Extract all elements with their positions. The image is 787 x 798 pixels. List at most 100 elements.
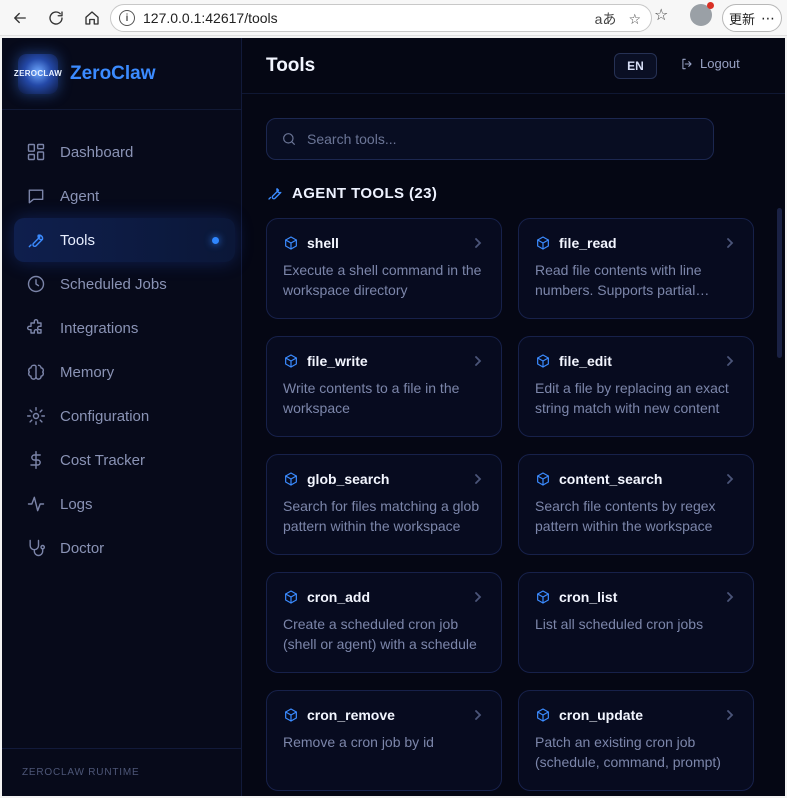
tools-content: AGENT TOOLS (23) shell Execute a shell c…: [242, 94, 785, 791]
logout-button[interactable]: Logout: [680, 56, 740, 71]
dashboard-icon: [27, 143, 45, 161]
site-info-icon[interactable]: i: [119, 10, 135, 26]
brand[interactable]: ZEROCLAW ZeroClaw: [2, 38, 241, 110]
chevron-right-icon[interactable]: [725, 589, 735, 602]
topbar: Tools EN Logout: [242, 38, 785, 94]
section-header: AGENT TOOLS (23): [266, 184, 785, 202]
sidebar-item-logs[interactable]: Logs: [2, 482, 241, 526]
sidebar-nav: Dashboard Agent Tools Scheduled Jobs Int…: [2, 110, 241, 570]
chevron-right-icon[interactable]: [725, 353, 735, 366]
chevron-right-icon[interactable]: [473, 235, 483, 248]
tool-name: file_read: [559, 235, 617, 251]
app-window: ZEROCLAW ZeroClaw Dashboard Agent Tools …: [2, 38, 785, 796]
tool-card-file-write[interactable]: file_write Write contents to a file in t…: [266, 336, 502, 437]
home-button[interactable]: [78, 4, 106, 32]
stethoscope-icon: [29, 539, 46, 557]
sidebar-item-doctor[interactable]: Doctor: [2, 526, 241, 570]
sidebar-item-label: Logs: [60, 495, 93, 513]
cube-icon: [537, 472, 549, 486]
wrench-icon: [268, 188, 282, 200]
zeroclaw-logo: ZEROCLAW: [14, 53, 62, 94]
tool-name: content_search: [559, 471, 663, 487]
chevron-right-icon[interactable]: [473, 707, 483, 720]
tool-description: Search for files matching a glob pattern…: [283, 498, 480, 534]
translate-icon[interactable]: aあ: [595, 9, 617, 29]
tool-card-file-edit[interactable]: file_edit Edit a file by replacing an ex…: [518, 336, 754, 437]
tool-card-cron-list[interactable]: cron_list List all scheduled cron jobs: [518, 572, 754, 673]
chevron-right-icon[interactable]: [725, 707, 735, 720]
sidebar-item-memory[interactable]: Memory: [2, 350, 241, 394]
address-bar[interactable]: i 127.0.0.1:42617/tools aあ ☆: [110, 4, 652, 32]
tool-card-cron-update[interactable]: cron_update Patch an existing cron job (…: [518, 690, 754, 791]
tool-card-content-search[interactable]: content_search Search file contents by r…: [518, 454, 754, 555]
wrench-icon: [28, 234, 44, 248]
sidebar-item-label: Memory: [60, 363, 115, 381]
cube-icon: [537, 708, 549, 722]
sidebar-item-label: Dashboard: [60, 143, 134, 161]
sidebar-item-scheduled-jobs[interactable]: Scheduled Jobs: [2, 262, 241, 306]
tools-grid: shell Execute a shell command in the wor…: [266, 218, 785, 791]
search-input[interactable]: [307, 131, 687, 147]
sidebar-item-label: Cost Tracker: [60, 451, 146, 469]
puzzle-icon: [27, 319, 42, 334]
sidebar: ZEROCLAW ZeroClaw Dashboard Agent Tools …: [2, 38, 242, 796]
chevron-right-icon[interactable]: [473, 471, 483, 484]
more-icon: ⋯: [761, 9, 775, 26]
activity-icon: [27, 496, 45, 512]
tool-description: Write contents to a file in the workspac…: [283, 380, 460, 416]
sidebar-item-configuration[interactable]: Configuration: [2, 394, 241, 438]
back-button[interactable]: [6, 4, 34, 32]
browser-toolbar: i 127.0.0.1:42617/tools aあ ☆ ☆ 更新 ⋯: [0, 0, 787, 36]
address-url[interactable]: 127.0.0.1:42617/tools: [143, 10, 278, 26]
cube-icon: [537, 590, 549, 604]
tool-card-shell[interactable]: shell Execute a shell command in the wor…: [266, 218, 502, 319]
cube-icon: [285, 236, 297, 250]
tool-name: file_edit: [559, 353, 612, 369]
tool-card-file-read[interactable]: file_read Read file contents with line n…: [518, 218, 754, 319]
tool-card-glob-search[interactable]: glob_search Search for files matching a …: [266, 454, 502, 555]
cube-icon: [537, 354, 549, 368]
tool-card-cron-remove[interactable]: cron_remove Remove a cron job by id: [266, 690, 502, 791]
sidebar-item-tools[interactable]: Tools: [14, 218, 235, 262]
section-title: AGENT TOOLS (23): [292, 184, 438, 202]
reload-button[interactable]: [42, 4, 70, 32]
chat-icon: [28, 189, 44, 204]
gear-icon: [26, 406, 46, 426]
star-icon[interactable]: ☆: [628, 11, 641, 28]
clock-icon: [27, 275, 45, 293]
cube-icon: [285, 708, 297, 722]
runtime-label: ZEROCLAW RUNTIME: [2, 748, 241, 796]
cube-icon: [285, 590, 297, 604]
tool-name: glob_search: [307, 471, 390, 487]
tool-name: cron_update: [559, 707, 644, 723]
tool-card-cron-add[interactable]: cron_add Create a scheduled cron job (sh…: [266, 572, 502, 673]
language-button[interactable]: EN: [614, 53, 657, 79]
profile-avatar[interactable]: [690, 2, 715, 26]
sidebar-item-cost-tracker[interactable]: Cost Tracker: [2, 438, 241, 482]
sidebar-item-dashboard[interactable]: Dashboard: [2, 130, 241, 174]
tool-name: cron_add: [307, 589, 371, 605]
cube-icon: [285, 472, 297, 486]
chevron-right-icon[interactable]: [725, 235, 735, 248]
sidebar-item-label: Tools: [60, 231, 96, 249]
chevron-right-icon[interactable]: [725, 471, 735, 484]
sidebar-item-agent[interactable]: Agent: [2, 174, 241, 218]
tool-description: Create a scheduled cron job (shell or ag…: [283, 616, 477, 652]
sidebar-item-label: Integrations: [60, 319, 139, 337]
logout-icon: [682, 58, 692, 69]
tool-name: cron_list: [559, 589, 618, 605]
active-indicator: [212, 236, 219, 244]
chevron-right-icon[interactable]: [473, 353, 483, 366]
brand-name: ZeroClaw: [70, 62, 156, 84]
scrollbar[interactable]: [777, 208, 782, 358]
dollar-icon: [30, 450, 41, 470]
update-button[interactable]: 更新 ⋯: [722, 4, 782, 32]
tool-description: Execute a shell command in the workspace…: [283, 262, 482, 298]
favorites-icon[interactable]: ☆: [654, 5, 668, 25]
chevron-right-icon[interactable]: [473, 589, 483, 602]
brain-icon: [28, 364, 44, 380]
search-box[interactable]: [266, 118, 714, 160]
page-title: Tools: [266, 54, 316, 76]
tool-description: List all scheduled cron jobs: [535, 616, 704, 632]
sidebar-item-integrations[interactable]: Integrations: [2, 306, 241, 350]
